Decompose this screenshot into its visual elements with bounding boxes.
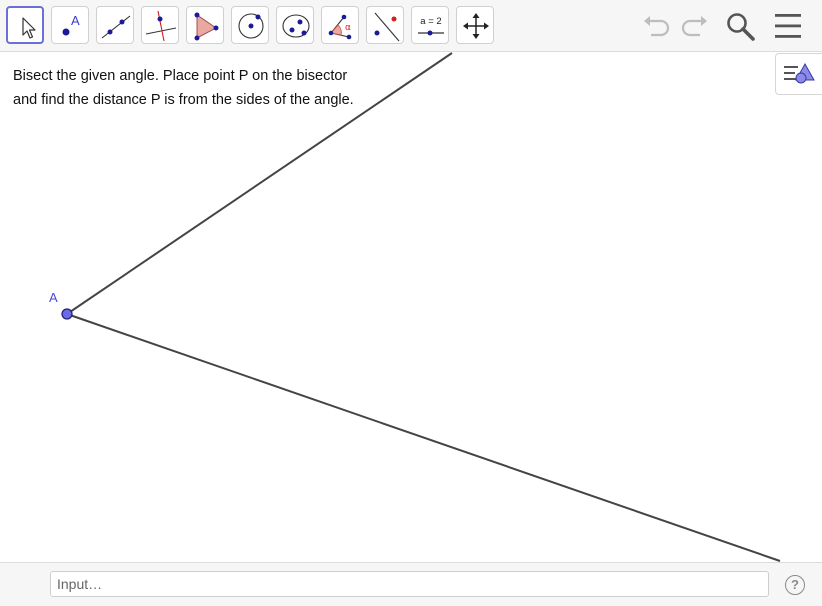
polygon-icon [194, 12, 219, 41]
graphics-view[interactable]: Bisect the given angle. Place point P on… [0, 52, 822, 562]
move-arrow-icon [22, 17, 36, 39]
point-tool-button[interactable]: A [51, 6, 89, 44]
angle-tool-button[interactable]: α [321, 6, 359, 44]
move-graphics-view-tool-button[interactable] [456, 6, 494, 44]
perpendicular-line-tool-button[interactable] [141, 6, 179, 44]
reflect-tool-button[interactable] [366, 6, 404, 44]
circle-center-point-icon [238, 13, 264, 39]
redo-icon [681, 16, 707, 37]
algebra-input[interactable] [50, 571, 769, 597]
input-bar: ? [0, 562, 822, 606]
style-bar-icon [784, 62, 815, 84]
search-button[interactable] [722, 8, 758, 44]
svg-text:A: A [71, 13, 80, 28]
ellipse-tool-button[interactable] [276, 6, 314, 44]
polygon-tool-button[interactable] [186, 6, 224, 44]
vertex-point-a[interactable] [61, 308, 73, 320]
instruction-line-1: Bisect the given angle. Place point P on… [13, 68, 348, 84]
help-button[interactable]: ? [785, 575, 805, 595]
undo-icon [644, 16, 670, 37]
construction-canvas[interactable] [0, 52, 822, 562]
instruction-line-2: and find the distance P is from the side… [13, 92, 354, 108]
search-icon [727, 13, 755, 41]
svg-text:α: α [345, 23, 351, 33]
redo-button[interactable] [676, 8, 712, 44]
move-tool-button[interactable] [6, 6, 44, 44]
slider-tool-button[interactable]: a = 2 [411, 6, 449, 44]
line-icon [101, 15, 131, 39]
angle-icon: α [328, 14, 352, 40]
menu-icon [775, 14, 801, 38]
point-icon: A [62, 13, 80, 36]
ellipse-icon [282, 14, 310, 38]
style-bar-toggle-button[interactable] [775, 53, 822, 95]
svg-text:a = 2: a = 2 [420, 16, 441, 27]
main-menu-button[interactable] [770, 8, 806, 44]
slider-icon: a = 2 [418, 16, 444, 36]
perpendicular-line-icon [145, 10, 177, 42]
vertex-label: A [49, 290, 58, 305]
undo-button[interactable] [639, 8, 675, 44]
angle-ray-lower[interactable] [66, 313, 781, 562]
move-graphics-view-icon [463, 13, 489, 39]
reflect-about-line-icon [374, 12, 400, 42]
circle-tool-button[interactable] [231, 6, 269, 44]
line-tool-button[interactable] [96, 6, 134, 44]
toolbar: A α a = 2 [0, 0, 822, 52]
